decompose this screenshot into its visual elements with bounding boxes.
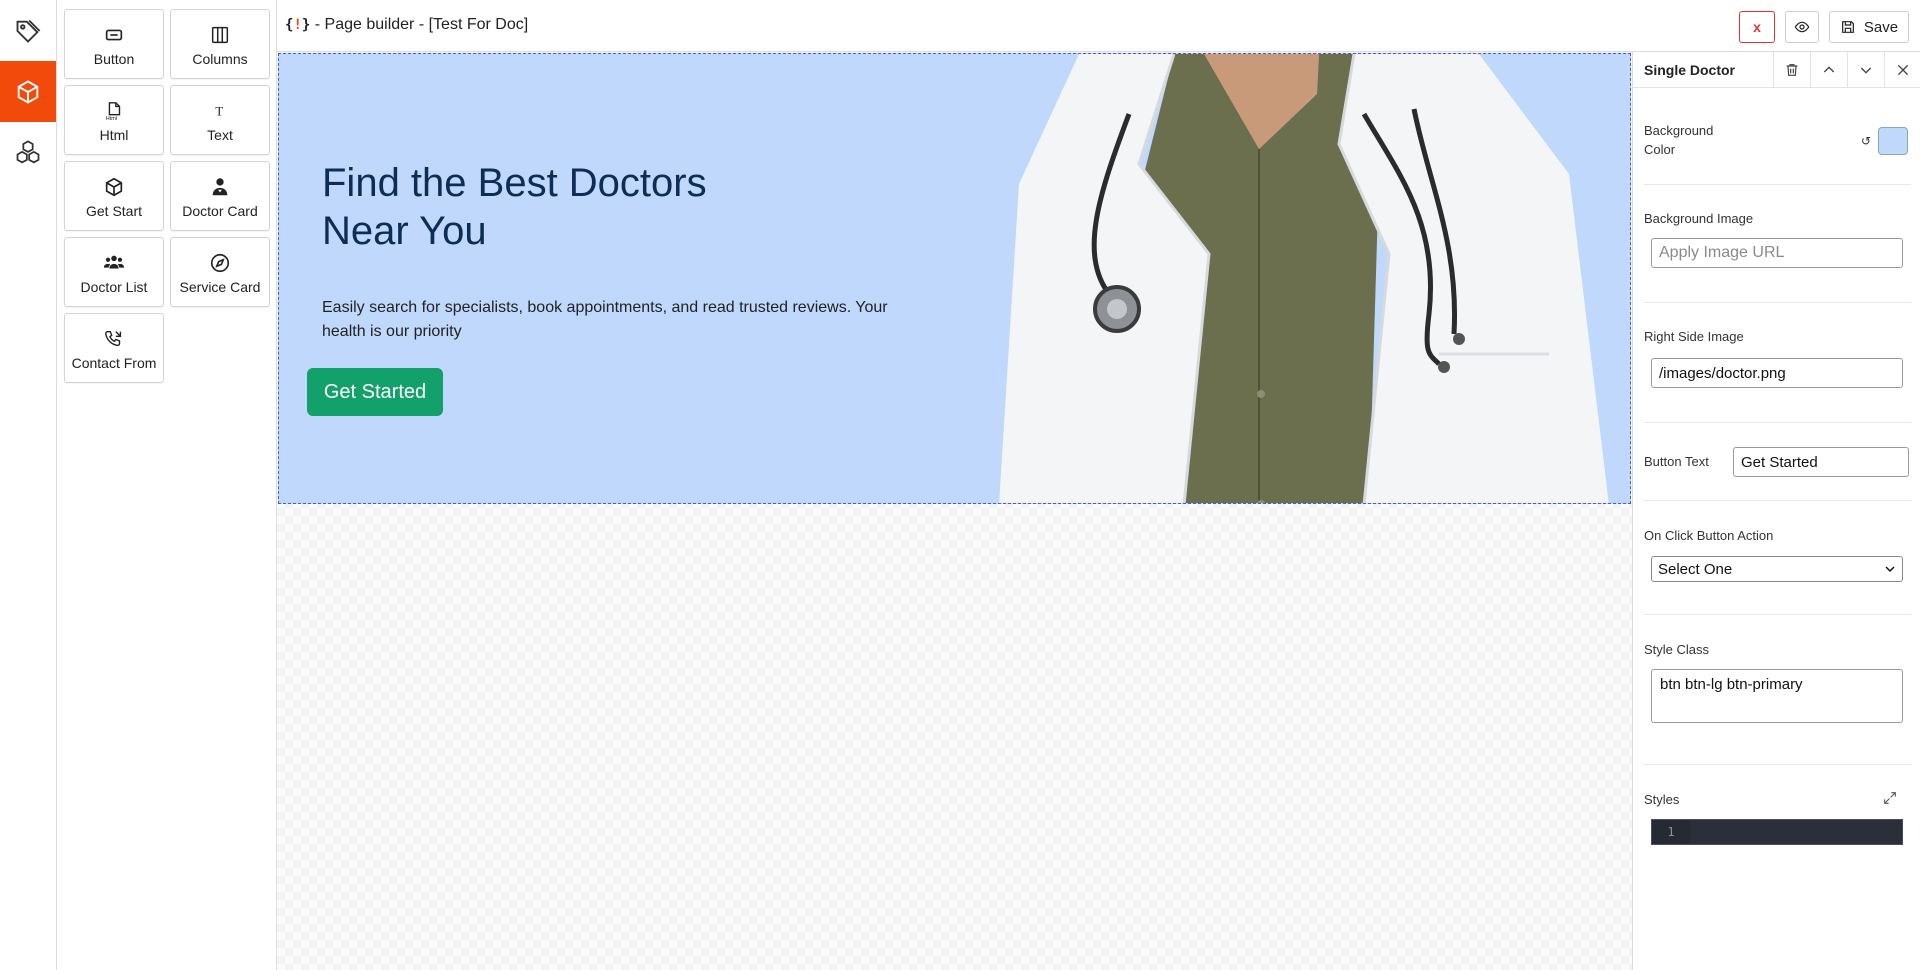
boxes-icon bbox=[16, 139, 40, 163]
doctor-icon bbox=[209, 173, 231, 201]
style-class-label: Style Class bbox=[1644, 642, 1710, 657]
left-rail bbox=[0, 0, 57, 970]
compass-icon bbox=[209, 249, 231, 277]
right-side-image-input[interactable]: /images/doctor.png bbox=[1651, 358, 1903, 388]
doctor-image bbox=[999, 54, 1609, 503]
component-columns[interactable]: Columns bbox=[170, 9, 270, 79]
preview-button[interactable] bbox=[1785, 11, 1819, 43]
users-icon bbox=[103, 249, 125, 277]
hero-subtext: Easily search for specialists, book appo… bbox=[322, 299, 888, 340]
close-icon bbox=[1897, 64, 1909, 76]
box-icon bbox=[103, 173, 125, 201]
panel-header: Single Doctor bbox=[1633, 52, 1920, 88]
floppy-icon bbox=[1841, 21, 1854, 33]
background-color-label: Background Color bbox=[1644, 123, 1714, 157]
text-icon: T bbox=[209, 97, 231, 125]
on-click-action-select[interactable]: Select One bbox=[1651, 556, 1903, 582]
right-side-image-label: Right Side Image bbox=[1644, 329, 1744, 344]
editor-line-number: 1 bbox=[1652, 820, 1690, 844]
rail-item-components[interactable] bbox=[0, 122, 56, 183]
eye-icon bbox=[1794, 21, 1810, 33]
component-doctor-card[interactable]: Doctor Card bbox=[170, 161, 270, 231]
reset-color-icon[interactable]: ↺ bbox=[1861, 134, 1871, 148]
component-label: Text bbox=[207, 127, 233, 143]
component-label: Get Start bbox=[85, 203, 143, 219]
rail-item-tags[interactable] bbox=[0, 0, 56, 61]
app-logo: {!} bbox=[285, 17, 311, 33]
page-title: {!} - Page builder - [Test For Doc] bbox=[285, 16, 528, 34]
styles-code-editor[interactable]: 1 bbox=[1651, 819, 1903, 845]
component-html[interactable]: Html Html bbox=[64, 85, 164, 155]
styles-label: Styles bbox=[1644, 792, 1680, 807]
component-label: Html bbox=[99, 127, 129, 143]
close-panel-button[interactable] bbox=[1884, 52, 1920, 88]
panel-title: Single Doctor bbox=[1644, 62, 1736, 78]
component-button[interactable]: Button bbox=[64, 9, 164, 79]
component-label: Doctor List bbox=[80, 279, 148, 295]
chevron-up-icon bbox=[1823, 66, 1835, 73]
tag-icon bbox=[16, 19, 41, 43]
html-icon: Html bbox=[103, 97, 125, 125]
save-label: Save bbox=[1863, 18, 1899, 36]
close-builder-button[interactable]: x bbox=[1739, 11, 1775, 43]
properties-panel: Single Doctor Background Color ↺ Backgro… bbox=[1632, 52, 1920, 970]
component-label: Service Card bbox=[179, 279, 261, 295]
component-label: Button bbox=[93, 51, 135, 67]
component-doctor-list[interactable]: Doctor List bbox=[64, 237, 164, 307]
builder-canvas[interactable]: Find the Best Doctors Near You Easily se… bbox=[277, 52, 1632, 970]
columns-icon bbox=[209, 21, 231, 49]
component-label: Doctor Card bbox=[182, 203, 258, 219]
expand-icon[interactable] bbox=[1882, 790, 1898, 811]
component-text[interactable]: T Text bbox=[170, 85, 270, 155]
component-service-card[interactable]: Service Card bbox=[170, 237, 270, 307]
component-label: Contact From bbox=[71, 355, 157, 371]
button-icon bbox=[103, 21, 125, 49]
background-image-input[interactable]: Apply Image URL bbox=[1651, 238, 1903, 268]
component-label: Columns bbox=[192, 51, 248, 67]
get-started-button[interactable]: Get Started bbox=[307, 368, 443, 416]
top-bar: {!} - Page builder - [Test For Doc] x Sa… bbox=[277, 0, 1920, 52]
hero-section[interactable]: Find the Best Doctors Near You Easily se… bbox=[278, 53, 1631, 504]
chevron-down-icon bbox=[1860, 67, 1872, 74]
on-click-action-label: On Click Button Action bbox=[1644, 528, 1774, 543]
component-contact-from[interactable]: Contact From bbox=[64, 313, 164, 383]
svg-text:T: T bbox=[215, 105, 223, 119]
hero-heading: Find the Best Doctors Near You bbox=[322, 161, 707, 253]
trash-icon bbox=[1786, 64, 1798, 76]
page-title-text: - Page builder - [Test For Doc] bbox=[310, 16, 529, 33]
delete-block-button[interactable] bbox=[1773, 52, 1810, 88]
rail-item-blocks[interactable] bbox=[0, 61, 56, 122]
button-text-input[interactable]: Get Started bbox=[1733, 447, 1909, 477]
save-button[interactable]: Save bbox=[1829, 11, 1909, 43]
button-text-label: Button Text bbox=[1644, 454, 1709, 469]
move-up-button[interactable] bbox=[1810, 52, 1847, 88]
component-palette: Button Columns Html Html T Text Get Star… bbox=[57, 0, 277, 970]
box-icon bbox=[17, 79, 39, 104]
move-down-button[interactable] bbox=[1847, 52, 1884, 88]
chevron-down-icon bbox=[1885, 566, 1895, 573]
style-class-textarea[interactable]: btn btn-lg btn-primary bbox=[1651, 669, 1903, 723]
svg-text:Html: Html bbox=[106, 116, 117, 122]
component-get-start[interactable]: Get Start bbox=[64, 161, 164, 231]
background-image-label: Background Image bbox=[1644, 211, 1754, 226]
phone-icon bbox=[103, 325, 125, 353]
background-color-swatch[interactable] bbox=[1878, 127, 1908, 155]
on-click-action-value: Select One bbox=[1658, 560, 1733, 578]
